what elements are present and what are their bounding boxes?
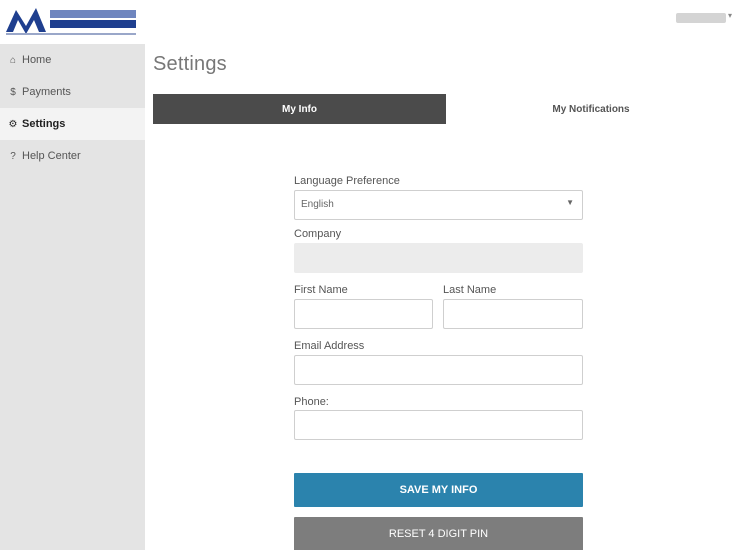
help-icon: ? bbox=[10, 150, 16, 162]
phone-label: Phone: bbox=[294, 396, 329, 408]
sidebar-item-settings[interactable]: ⚙ Settings bbox=[0, 108, 145, 140]
last-name-field[interactable] bbox=[443, 299, 583, 329]
dollar-icon: $ bbox=[10, 86, 16, 98]
phone-field[interactable] bbox=[294, 410, 583, 440]
reset-pin-button[interactable]: RESET 4 DIGIT PIN bbox=[294, 517, 583, 550]
last-name-label: Last Name bbox=[443, 284, 497, 296]
gear-icon: ⚙ bbox=[8, 118, 18, 130]
chevron-down-icon: ▼ bbox=[566, 198, 574, 207]
email-label: Email Address bbox=[294, 340, 365, 352]
first-name-label: First Name bbox=[294, 284, 348, 296]
tab-my-info[interactable]: My Info bbox=[153, 94, 446, 124]
bank-logo[interactable] bbox=[0, 0, 145, 44]
tab-my-notifications[interactable]: My Notifications bbox=[446, 94, 736, 124]
company-label: Company bbox=[294, 228, 342, 240]
chevron-down-icon[interactable]: ▾ bbox=[728, 11, 732, 20]
sidebar-item-payments[interactable]: $ Payments bbox=[0, 76, 145, 108]
bank-logo-icon bbox=[6, 8, 136, 35]
save-my-info-button[interactable]: SAVE MY INFO bbox=[294, 473, 583, 507]
language-label: Language Preference bbox=[294, 175, 400, 187]
email-field[interactable] bbox=[294, 355, 583, 385]
tab-bar: My Info My Notifications bbox=[153, 94, 736, 124]
sidebar-item-label: Payments bbox=[22, 86, 71, 98]
first-name-field[interactable] bbox=[294, 299, 433, 329]
sidebar: ⌂ Home $ Payments ⚙ Settings ? Help Cent… bbox=[0, 0, 145, 550]
language-select-value: English bbox=[301, 199, 334, 210]
sidebar-item-label: Settings bbox=[22, 118, 66, 130]
company-field bbox=[294, 243, 583, 273]
home-icon: ⌂ bbox=[9, 54, 17, 66]
sidebar-item-label: Home bbox=[22, 54, 52, 66]
sidebar-item-home[interactable]: ⌂ Home bbox=[0, 44, 145, 76]
language-select[interactable]: English ▼ bbox=[294, 190, 583, 220]
sidebar-nav: ⌂ Home $ Payments ⚙ Settings ? Help Cent… bbox=[0, 44, 145, 172]
page-title: Settings bbox=[153, 53, 227, 75]
user-menu[interactable] bbox=[676, 13, 726, 23]
sidebar-item-help-center[interactable]: ? Help Center bbox=[0, 140, 145, 172]
sidebar-item-label: Help Center bbox=[22, 150, 81, 162]
